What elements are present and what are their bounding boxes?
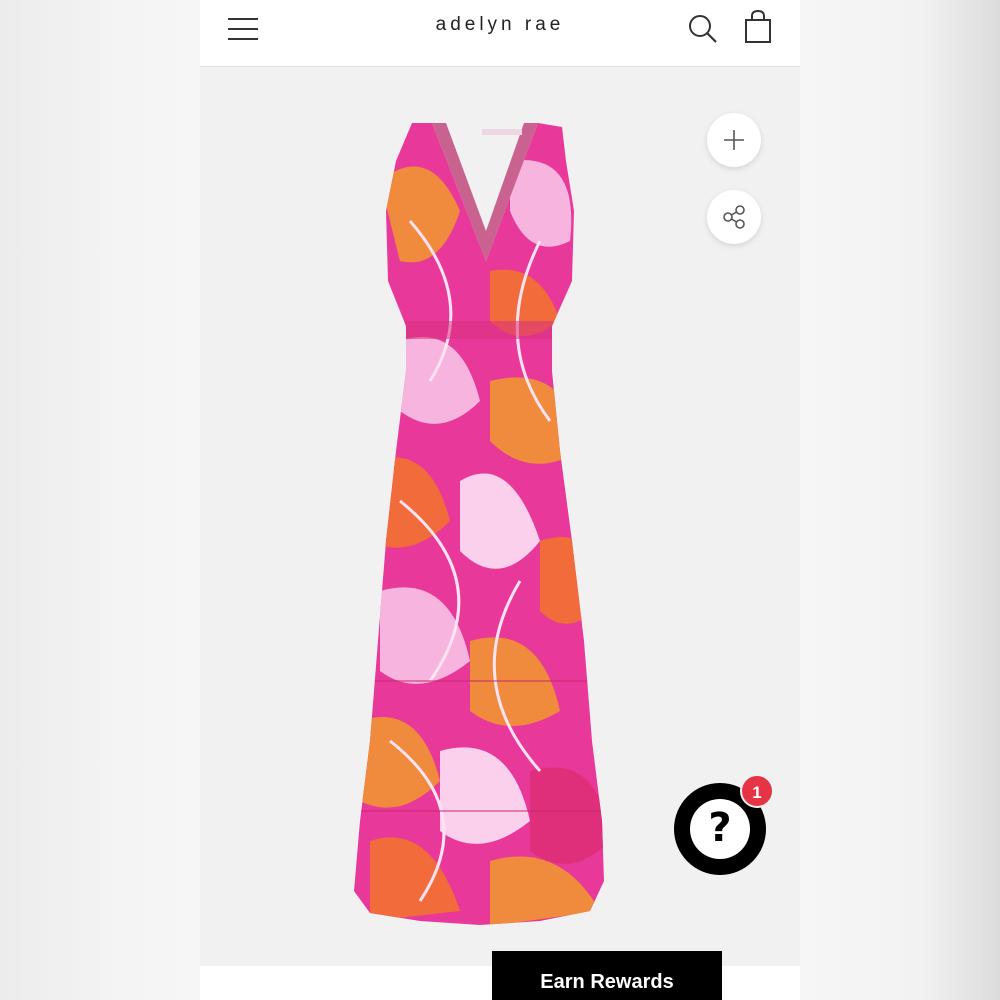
earn-rewards-button[interactable]: Earn Rewards: [492, 951, 722, 1000]
phone-screen: adelyn rae ? 1 Earn Rewards: [200, 0, 800, 1000]
notification-badge: 1: [740, 774, 774, 808]
product-gallery: ? 1 Earn Rewards: [200, 67, 800, 1000]
site-header: adelyn rae: [200, 0, 800, 67]
right-backdrop: [800, 0, 1000, 1000]
share-button[interactable]: [707, 190, 761, 244]
dress-product-image[interactable]: [340, 121, 630, 931]
shopping-bag-icon[interactable]: [740, 8, 776, 46]
share-icon: [723, 205, 745, 229]
help-glyph: ?: [708, 805, 732, 851]
zoom-button[interactable]: [707, 113, 761, 167]
left-backdrop: [0, 0, 200, 1000]
search-icon[interactable]: [686, 12, 720, 46]
plus-icon: [724, 130, 744, 150]
question-mark-icon: ?: [690, 799, 750, 859]
